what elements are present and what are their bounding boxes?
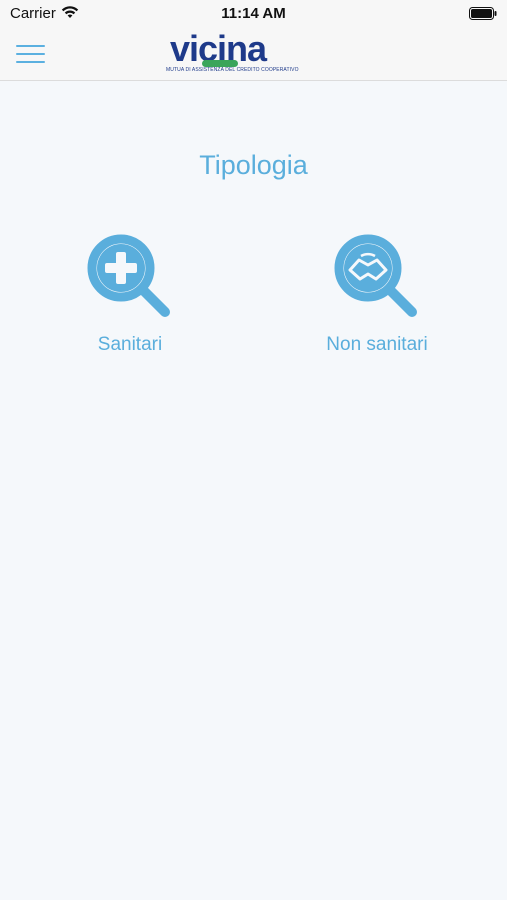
app-logo: vicina MUTUA DI ASSISTENZA DEL CREDITO C… [166,30,299,76]
page-title: Tipologia [199,150,308,180]
option-label: Non sanitari [326,334,428,355]
option-label: Sanitari [97,334,163,355]
clock: 11:14 AM [221,5,286,22]
status-bar: Carrier 11:14 AM [0,0,507,28]
app-screen: Carrier 11:14 AM vicina MUTUA DI ASSISTE… [0,0,507,900]
logo-tagline: MUTUA DI ASSISTENZA DEL CREDITO COOPERAT… [166,67,299,73]
logo-swoosh [202,60,238,67]
battery-icon [469,7,497,20]
magnifier-plus-icon [87,234,170,317]
magnifier-handshake-icon [334,234,417,317]
navigation-bar: vicina MUTUA DI ASSISTENZA DEL CREDITO C… [0,28,507,81]
option-non-sanitari[interactable]: Non sanitari [292,232,462,356]
option-sanitari[interactable]: Sanitari [45,232,215,356]
menu-button[interactable] [14,40,48,68]
hamburger-menu-icon [16,45,45,47]
